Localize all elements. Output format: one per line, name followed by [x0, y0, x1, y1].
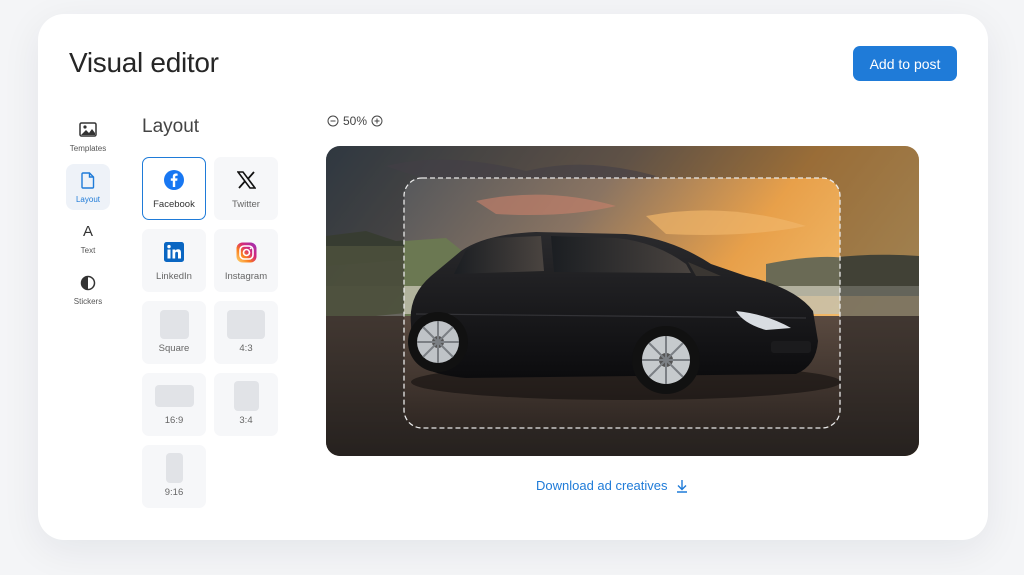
tile-square[interactable]: Square [142, 301, 206, 364]
tile-label: Instagram [224, 271, 268, 282]
rail-item-label: Stickers [73, 296, 103, 306]
tile-3-4[interactable]: 3:4 [214, 373, 278, 436]
ratio-shape [233, 381, 259, 411]
text-icon: A [82, 223, 93, 240]
layout-tiles: Facebook Twitter LinkedIn Instagram Squa… [142, 157, 282, 508]
tile-linkedin[interactable]: LinkedIn [142, 229, 206, 292]
tile-twitter[interactable]: Twitter [214, 157, 278, 220]
zoom-control: 50% [327, 114, 383, 128]
download-ad-creatives-link[interactable]: Download ad creatives [536, 478, 688, 493]
facebook-icon [163, 167, 185, 193]
rail-item-layout[interactable]: Layout [66, 164, 110, 210]
tile-4-3[interactable]: 4:3 [214, 301, 278, 364]
tile-16-9[interactable]: 16:9 [142, 373, 206, 436]
page-title: Visual editor [69, 47, 219, 78]
car-photo [326, 146, 919, 456]
document-icon [81, 171, 95, 191]
rail-item-label: Layout [75, 194, 101, 204]
ratio-shape [159, 309, 189, 339]
tile-label: Square [158, 343, 190, 354]
rail-item-label: Templates [69, 143, 107, 153]
zoom-level: 50% [343, 114, 368, 128]
tile-label: 4:3 [239, 343, 253, 354]
linkedin-icon [164, 239, 184, 265]
tile-label: LinkedIn [156, 271, 192, 282]
zoom-out-icon[interactable] [327, 115, 339, 127]
rail-item-text[interactable]: A Text [66, 215, 110, 261]
zoom-in-icon[interactable] [371, 115, 383, 127]
rail-item-stickers[interactable]: Stickers [66, 266, 110, 312]
add-to-post-button[interactable]: Add to post [853, 46, 957, 81]
tile-label: Facebook [153, 199, 195, 210]
canvas-preview[interactable] [326, 146, 919, 456]
rail-item-label: Text [80, 245, 96, 255]
tile-instagram[interactable]: Instagram [214, 229, 278, 292]
tile-facebook[interactable]: Facebook [142, 157, 206, 220]
download-label: Download ad creatives [536, 478, 668, 493]
rail-item-templates[interactable]: Templates [66, 113, 110, 159]
instagram-icon [236, 239, 257, 265]
ratio-shape [154, 385, 194, 407]
download-arrow-icon [676, 479, 688, 493]
ratio-shape [165, 453, 183, 483]
tile-9-16[interactable]: 9:16 [142, 445, 206, 508]
layout-panel-title: Layout [142, 116, 200, 137]
editor-card: Visual editor Add to post Templates Layo… [38, 14, 988, 540]
tool-rail: Templates Layout A Text Stickers [66, 113, 112, 317]
x-icon [236, 167, 256, 193]
tile-label: Twitter [232, 199, 260, 210]
tile-label: 3:4 [239, 415, 253, 426]
tile-label: 9:16 [164, 487, 184, 498]
image-icon [79, 120, 97, 140]
ratio-shape [227, 309, 265, 339]
tile-label: 16:9 [164, 415, 184, 426]
contrast-icon [80, 273, 96, 293]
